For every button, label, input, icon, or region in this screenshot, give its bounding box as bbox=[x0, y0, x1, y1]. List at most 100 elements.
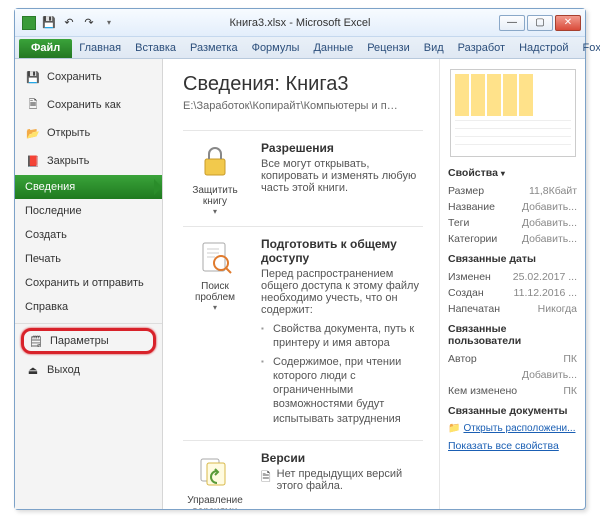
excel-window: 💾 ↶ ↷ ▾ Книга3.xlsx - Microsoft Excel — … bbox=[14, 8, 586, 510]
block-desc: Нет предыдущих версий этого файла. bbox=[277, 468, 423, 492]
sidebar-print[interactable]: Печать bbox=[15, 247, 162, 271]
sidebar-save-as[interactable]: 🗎Сохранить как bbox=[15, 91, 162, 119]
tab-developer[interactable]: Разработ bbox=[451, 39, 512, 58]
permissions-text: Разрешения Все могут открывать, копирова… bbox=[261, 141, 423, 216]
folder-icon: 📁 bbox=[448, 423, 460, 434]
prop-lastmod: Кем измененоПК bbox=[448, 383, 577, 399]
block-desc: Перед распространением общего доступа к … bbox=[261, 268, 423, 316]
bullet-item: Свойства документа, путь к принтеру и им… bbox=[261, 322, 423, 351]
qat-dropdown-icon[interactable]: ▾ bbox=[101, 15, 117, 31]
block-desc: Все могут открывать, копировать и изменя… bbox=[261, 158, 423, 194]
sidebar-save[interactable]: 💾 Сохранить bbox=[15, 63, 162, 91]
backstage: 💾 Сохранить 🗎Сохранить как 📂 Открыть 📕 Закр… bbox=[15, 59, 585, 509]
prop-size: Размер11,8Кбайт bbox=[448, 183, 577, 199]
sidebar-share[interactable]: Сохранить и отправить bbox=[15, 271, 162, 295]
exit-icon: ⏏ bbox=[25, 362, 41, 378]
versions-block: Управление версиями ▾ Версии 🗎 Нет преды… bbox=[183, 440, 423, 509]
quick-access-toolbar: 💾 ↶ ↷ ▾ bbox=[15, 15, 117, 31]
prepare-block: Поиск проблем ▾ Подготовить к общему дос… bbox=[183, 226, 423, 440]
window-title: Книга3.xlsx - Microsoft Excel bbox=[230, 17, 371, 29]
save-as-icon: 🗎 bbox=[25, 97, 41, 113]
sidebar-label: Сведения bbox=[25, 181, 75, 193]
bullet-item: Содержимое, при чтении которого люди с о… bbox=[261, 355, 423, 426]
sidebar-exit[interactable]: ⏏Выход bbox=[15, 356, 162, 384]
inspect-icon bbox=[195, 237, 235, 277]
excel-icon bbox=[21, 15, 37, 31]
document-icon: 🗎 bbox=[261, 468, 271, 489]
sidebar-label: Справка bbox=[25, 301, 68, 313]
sidebar-label: Печать bbox=[25, 253, 61, 265]
sidebar-open[interactable]: 📂 Открыть bbox=[15, 119, 162, 147]
undo-icon[interactable]: ↶ bbox=[61, 15, 77, 31]
block-title: Разрешения bbox=[261, 141, 423, 155]
block-title: Версии bbox=[261, 451, 423, 465]
button-label: Защитить книгу bbox=[183, 185, 247, 207]
sidebar-label: Закрыть bbox=[47, 155, 89, 167]
tab-review[interactable]: Рецензи bbox=[360, 39, 417, 58]
sidebar-options[interactable]: 🗒 Параметры bbox=[21, 328, 156, 354]
tab-foxit[interactable]: Foxit PD bbox=[576, 39, 600, 58]
open-location-link[interactable]: 📁Открыть расположени... bbox=[448, 423, 577, 434]
dropdown-icon: ▾ bbox=[183, 207, 247, 216]
button-label: Поиск проблем bbox=[183, 281, 247, 303]
prop-author-add[interactable]: Добавить... bbox=[448, 367, 577, 383]
prop-author: АвторПК bbox=[448, 351, 577, 367]
sidebar-recent[interactable]: Последние bbox=[15, 199, 162, 223]
sidebar-new[interactable]: Создать bbox=[15, 223, 162, 247]
sidebar-label: Последние bbox=[25, 205, 82, 217]
info-panel: Сведения: Книга3 E:\Заработок\Копирайт\К… bbox=[163, 59, 439, 509]
options-icon: 🗒 bbox=[28, 333, 44, 349]
prop-categories[interactable]: КатегорииДобавить... bbox=[448, 231, 577, 247]
related-dates-heading: Связанные даты bbox=[448, 253, 577, 265]
redo-icon[interactable]: ↷ bbox=[81, 15, 97, 31]
sidebar-info[interactable]: Сведения bbox=[15, 175, 162, 199]
sidebar-label: Сохранить и отправить bbox=[25, 277, 144, 289]
properties-panel: Свойства ▾ Размер11,8Кбайт НазваниеДобав… bbox=[439, 59, 585, 509]
tab-home[interactable]: Главная bbox=[72, 39, 128, 58]
close-button[interactable]: ✕ bbox=[555, 15, 581, 31]
related-users-heading: Связанные пользователи bbox=[448, 323, 577, 347]
protect-workbook-button[interactable]: Защитить книгу ▾ bbox=[183, 141, 247, 216]
prop-created: Создан11.12.2016 ... bbox=[448, 285, 577, 301]
sidebar-label: Открыть bbox=[47, 127, 90, 139]
info-heading: Сведения: Книга3 bbox=[183, 73, 423, 96]
folder-open-icon: 📂 bbox=[25, 125, 41, 141]
document-thumbnail[interactable] bbox=[450, 69, 576, 157]
file-path: E:\Заработок\Копирайт\Компьютеры и прогр… bbox=[183, 100, 403, 112]
versions-text: Версии 🗎 Нет предыдущих версий этого фай… bbox=[261, 451, 423, 509]
backstage-sidebar: 💾 Сохранить 🗎Сохранить как 📂 Открыть 📕 Закр… bbox=[15, 59, 163, 509]
save-icon[interactable]: 💾 bbox=[41, 15, 57, 31]
tab-data[interactable]: Данные bbox=[306, 39, 360, 58]
sidebar-label: Сохранить bbox=[47, 71, 102, 83]
tab-view[interactable]: Вид bbox=[417, 39, 451, 58]
prop-printed: НапечатанНикогда bbox=[448, 301, 577, 317]
prepare-text: Подготовить к общему доступу Перед распр… bbox=[261, 237, 423, 430]
sidebar-help[interactable]: Справка bbox=[15, 295, 162, 319]
maximize-button[interactable]: ▢ bbox=[527, 15, 553, 31]
dropdown-icon: ▾ bbox=[501, 169, 505, 178]
sidebar-label: Параметры bbox=[50, 335, 109, 347]
tab-file[interactable]: Файл bbox=[19, 39, 72, 58]
save-icon: 💾 bbox=[25, 69, 41, 85]
close-file-icon: 📕 bbox=[25, 153, 41, 169]
versions-icon bbox=[195, 451, 235, 491]
minimize-button[interactable]: — bbox=[499, 15, 525, 31]
tab-addins[interactable]: Надстрой bbox=[512, 39, 575, 58]
block-title: Подготовить к общему доступу bbox=[261, 237, 423, 265]
prop-title[interactable]: НазваниеДобавить... bbox=[448, 199, 577, 215]
tab-layout[interactable]: Разметка bbox=[183, 39, 245, 58]
properties-heading[interactable]: Свойства ▾ bbox=[448, 167, 577, 179]
tab-insert[interactable]: Вставка bbox=[128, 39, 183, 58]
window-controls: — ▢ ✕ bbox=[499, 15, 585, 31]
prop-modified: Изменен25.02.2017 ... bbox=[448, 269, 577, 285]
sidebar-close[interactable]: 📕 Закрыть bbox=[15, 147, 162, 175]
ribbon-tabs: Файл Главная Вставка Разметка Формулы Да… bbox=[15, 37, 585, 59]
check-issues-button[interactable]: Поиск проблем ▾ bbox=[183, 237, 247, 430]
titlebar: 💾 ↶ ↷ ▾ Книга3.xlsx - Microsoft Excel — … bbox=[15, 9, 585, 37]
prop-tags[interactable]: ТегиДобавить... bbox=[448, 215, 577, 231]
sidebar-divider bbox=[15, 323, 162, 324]
show-all-properties-link[interactable]: Показать все свойства bbox=[448, 440, 577, 452]
permissions-block: Защитить книгу ▾ Разрешения Все могут от… bbox=[183, 130, 423, 226]
manage-versions-button[interactable]: Управление версиями ▾ bbox=[183, 451, 247, 509]
tab-formulas[interactable]: Формулы bbox=[245, 39, 307, 58]
